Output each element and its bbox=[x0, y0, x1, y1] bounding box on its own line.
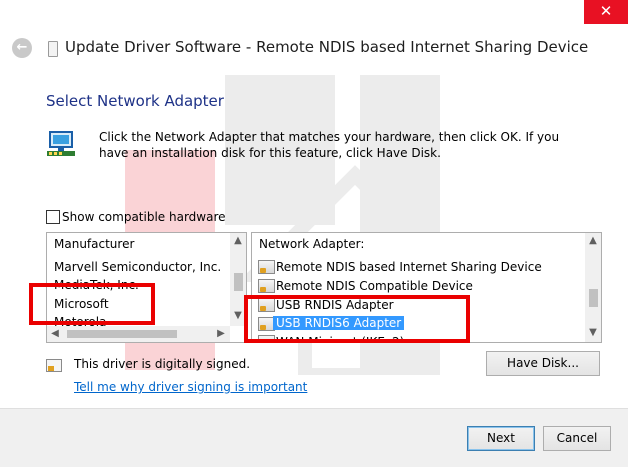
back-button[interactable]: ← bbox=[12, 38, 32, 58]
scroll-thumb[interactable] bbox=[234, 273, 243, 291]
signed-driver-icon bbox=[46, 359, 62, 372]
signature-status: This driver is digitally signed. bbox=[74, 357, 251, 371]
wizard-header: ← Update Driver Software - Remote NDIS b… bbox=[0, 26, 628, 72]
driver-icon bbox=[258, 260, 275, 274]
list-item[interactable]: Marvell Semiconductor, Inc. bbox=[54, 260, 221, 274]
adapter-vertical-scrollbar[interactable]: ▲ ▼ bbox=[585, 233, 601, 342]
manufacturer-horizontal-scrollbar[interactable]: ◀ ▶ bbox=[47, 326, 230, 342]
network-adapter-list-header: Network Adapter: bbox=[259, 237, 365, 251]
instruction-text: Click the Network Adapter that matches y… bbox=[99, 130, 560, 160]
show-compatible-checkbox[interactable] bbox=[46, 210, 60, 224]
highlight-box-manufacturer bbox=[29, 283, 155, 325]
list-item[interactable]: Remote NDIS Compatible Device bbox=[276, 279, 473, 293]
highlight-box-adapter bbox=[244, 295, 470, 343]
page-title: Select Network Adapter bbox=[46, 92, 224, 110]
title-bar: ✕ bbox=[0, 0, 628, 26]
scroll-right-icon[interactable]: ▶ bbox=[213, 328, 229, 339]
driver-signing-link[interactable]: Tell me why driver signing is important bbox=[74, 380, 307, 394]
close-icon: ✕ bbox=[599, 2, 613, 20]
show-compatible-label[interactable]: Show compatible hardware bbox=[62, 210, 226, 224]
have-disk-button[interactable]: Have Disk... bbox=[486, 351, 600, 376]
scroll-down-icon[interactable]: ▼ bbox=[585, 327, 601, 338]
driver-icon bbox=[258, 279, 275, 293]
scroll-left-icon[interactable]: ◀ bbox=[47, 328, 63, 339]
manufacturer-list-header: Manufacturer bbox=[54, 237, 135, 251]
next-button[interactable]: Next bbox=[467, 426, 535, 451]
back-arrow-icon: ← bbox=[16, 40, 28, 55]
window-title: Update Driver Software - Remote NDIS bas… bbox=[65, 38, 589, 56]
device-icon bbox=[48, 41, 58, 57]
scroll-up-icon[interactable]: ▲ bbox=[230, 235, 246, 246]
scroll-thumb[interactable] bbox=[67, 330, 177, 338]
network-adapter-icon bbox=[46, 130, 80, 160]
scroll-up-icon[interactable]: ▲ bbox=[585, 235, 601, 246]
list-item[interactable]: Remote NDIS based Internet Sharing Devic… bbox=[276, 260, 542, 274]
close-button[interactable]: ✕ bbox=[584, 0, 628, 24]
scroll-thumb[interactable] bbox=[589, 289, 598, 307]
cancel-button[interactable]: Cancel bbox=[543, 426, 611, 451]
